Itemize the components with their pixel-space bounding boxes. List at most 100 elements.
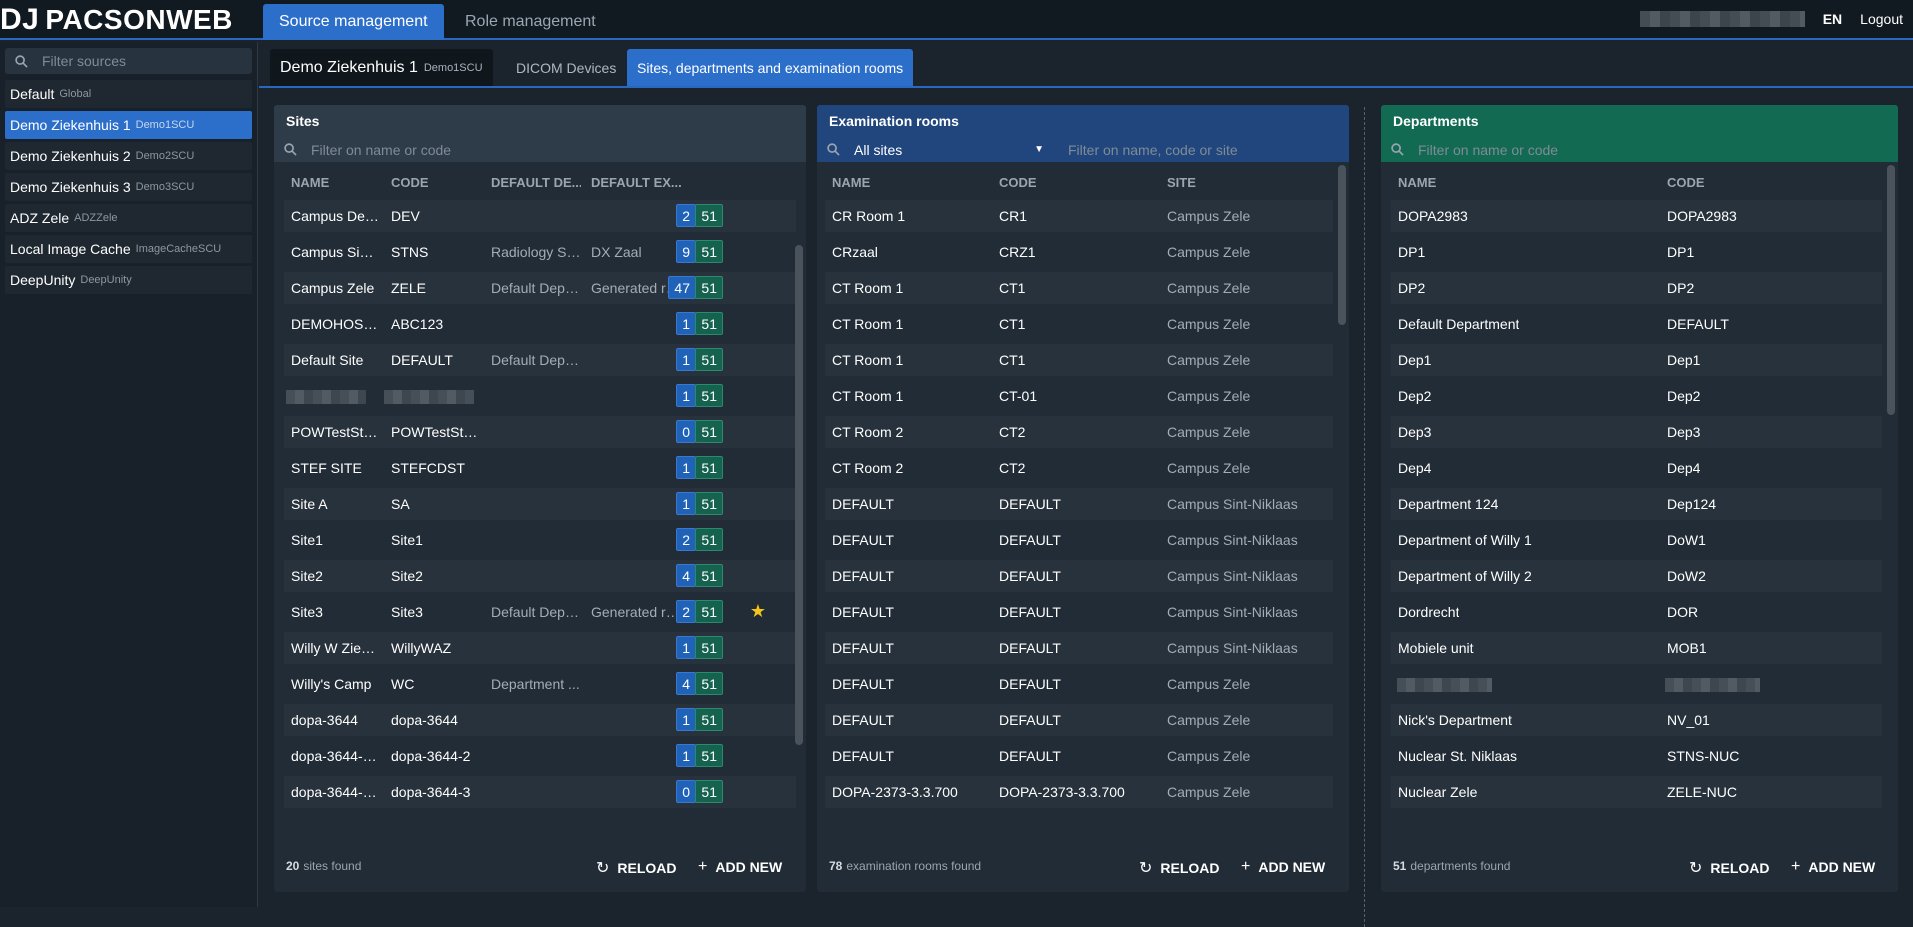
- department-row[interactable]: Dep3 Dep3: [1391, 416, 1882, 448]
- exam-room-row[interactable]: DEFAULT DEFAULT Campus Sint-Niklaas: [825, 560, 1333, 592]
- department-row[interactable]: Dordrecht DOR: [1391, 596, 1882, 628]
- source-item[interactable]: DeepUnity DeepUnity: [5, 266, 252, 294]
- department-row[interactable]: Dep1 Dep1: [1391, 344, 1882, 376]
- site-row[interactable]: dopa-3644-2-3 dopa-3644-2 1 51: [284, 740, 796, 772]
- filter-sources-input[interactable]: Filter sources: [5, 48, 252, 74]
- department-row[interactable]: Dep4 Dep4: [1391, 452, 1882, 484]
- tab-role-management[interactable]: Role management: [449, 4, 612, 40]
- exam-room-row[interactable]: CT Room 1 CT1 Campus Zele: [825, 308, 1333, 340]
- site-total-badge[interactable]: 51: [695, 312, 723, 335]
- site-total-badge[interactable]: 51: [695, 564, 723, 587]
- site-count-badge[interactable]: 2: [676, 204, 696, 227]
- site-row[interactable]: Default Site DEFAULT Default Depa... 1 51: [284, 344, 796, 376]
- site-total-badge[interactable]: 51: [695, 276, 723, 299]
- default-star-icon[interactable]: ★: [750, 601, 766, 622]
- source-item[interactable]: Local Image Cache ImageCacheSCU: [5, 235, 252, 263]
- site-row[interactable]: POWTestStu... POWTestStu... 0 51: [284, 416, 796, 448]
- site-row[interactable]: Site2 Site2 4 51: [284, 560, 796, 592]
- sites-add-new-button[interactable]: + ADD NEW: [698, 858, 782, 876]
- site-count-badge[interactable]: 1: [676, 636, 696, 659]
- dept-add-new-button[interactable]: + ADD NEW: [1791, 858, 1875, 876]
- exam-room-row[interactable]: CT Room 2 CT2 Campus Zele: [825, 452, 1333, 484]
- exam-room-row[interactable]: CT Room 2 CT2 Campus Zele: [825, 416, 1333, 448]
- department-row[interactable]: Department of Willy 1 DoW1: [1391, 524, 1882, 556]
- site-row[interactable]: STEF SITE STEFCDST 1 51: [284, 452, 796, 484]
- source-item[interactable]: Demo Ziekenhuis 1 Demo1SCU: [5, 111, 252, 139]
- site-total-badge[interactable]: 51: [695, 348, 723, 371]
- site-row[interactable]: Site1 Site1 2 51: [284, 524, 796, 556]
- exam-room-row[interactable]: DEFAULT DEFAULT Campus Zele: [825, 740, 1333, 772]
- site-count-badge[interactable]: 4: [676, 564, 696, 587]
- department-row[interactable]: DP2 DP2: [1391, 272, 1882, 304]
- exam-room-row[interactable]: CRzaal CRZ1 Campus Zele: [825, 236, 1333, 268]
- department-row[interactable]: Nick's Department NV_01: [1391, 704, 1882, 736]
- exam-scrollbar[interactable]: [1338, 165, 1346, 325]
- site-row[interactable]: Site3 Site3 Default Depa... Generated ro...…: [284, 596, 796, 628]
- tab-dicom-devices[interactable]: DICOM Devices: [506, 49, 626, 86]
- site-row[interactable]: 1 51: [284, 380, 796, 412]
- source-item[interactable]: ADZ Zele ADZZele: [5, 204, 252, 232]
- exam-room-row[interactable]: DEFAULT DEFAULT Campus Zele: [825, 668, 1333, 700]
- site-row[interactable]: Campus Dev... DEV 2 51: [284, 200, 796, 232]
- site-count-badge[interactable]: 0: [676, 420, 696, 443]
- site-total-badge[interactable]: 51: [695, 744, 723, 767]
- site-count-badge[interactable]: 1: [676, 384, 696, 407]
- site-row[interactable]: dopa-3644 dopa-3644 1 51: [284, 704, 796, 736]
- department-row[interactable]: Dep2 Dep2: [1391, 380, 1882, 412]
- exam-room-row[interactable]: DOPA-2373-3.3.700 DOPA-2373-3.3.700 Campus…: [825, 776, 1333, 808]
- site-total-badge[interactable]: 51: [695, 528, 723, 551]
- site-select[interactable]: All sites ▼: [854, 142, 1054, 158]
- col-site[interactable]: SITE: [1167, 175, 1196, 190]
- app-logo[interactable]: DJ PACSONWEB: [0, 2, 233, 38]
- site-total-badge[interactable]: 51: [695, 492, 723, 515]
- exam-room-row[interactable]: DEFAULT DEFAULT Campus Sint-Niklaas: [825, 488, 1333, 520]
- department-row[interactable]: Nuclear St. Niklaas STNS-NUC: [1391, 740, 1882, 772]
- site-total-badge[interactable]: 51: [695, 240, 723, 263]
- site-row[interactable]: Willy's Camp WC Department ... 4 51: [284, 668, 796, 700]
- source-item[interactable]: Default Global: [5, 80, 252, 108]
- col-code[interactable]: CODE: [1667, 175, 1705, 190]
- col-code[interactable]: CODE: [999, 175, 1037, 190]
- sites-scrollbar[interactable]: [795, 245, 803, 745]
- site-count-badge[interactable]: 4: [676, 672, 696, 695]
- site-total-badge[interactable]: 51: [695, 636, 723, 659]
- col-default-department[interactable]: DEFAULT DE...: [491, 175, 581, 190]
- exam-room-row[interactable]: CT Room 1 CT1 Campus Zele: [825, 344, 1333, 376]
- site-count-badge[interactable]: 2: [676, 528, 696, 551]
- sites-reload-button[interactable]: ↻ RELOAD: [596, 858, 677, 878]
- site-row[interactable]: Campus Sint-... STNS Radiology St... DX Zaa…: [284, 236, 796, 268]
- site-total-badge[interactable]: 51: [695, 420, 723, 443]
- dept-reload-button[interactable]: ↻ RELOAD: [1689, 858, 1770, 878]
- col-name[interactable]: NAME: [1398, 175, 1436, 190]
- col-default-exam-room[interactable]: DEFAULT EX...: [591, 175, 681, 190]
- site-count-badge[interactable]: 0: [676, 780, 696, 803]
- source-item[interactable]: Demo Ziekenhuis 2 Demo2SCU: [5, 142, 252, 170]
- exam-reload-button[interactable]: ↻ RELOAD: [1139, 858, 1220, 878]
- site-count-badge[interactable]: 9: [676, 240, 696, 263]
- department-row[interactable]: Default Department DEFAULT: [1391, 308, 1882, 340]
- dept-scrollbar[interactable]: [1887, 165, 1895, 415]
- site-count-badge[interactable]: 1: [676, 348, 696, 371]
- site-total-badge[interactable]: 51: [695, 456, 723, 479]
- tab-source-management[interactable]: Source management: [263, 4, 444, 40]
- language-selector[interactable]: EN: [1823, 11, 1842, 27]
- exam-room-row[interactable]: DEFAULT DEFAULT Campus Sint-Niklaas: [825, 596, 1333, 628]
- exam-room-row[interactable]: CT Room 1 CT1 Campus Zele: [825, 272, 1333, 304]
- tab-source-title[interactable]: Demo Ziekenhuis 1 Demo1SCU: [270, 49, 493, 86]
- department-row[interactable]: DOPA2983 DOPA2983: [1391, 200, 1882, 232]
- department-row[interactable]: Nuclear Zele ZELE-NUC: [1391, 776, 1882, 808]
- exam-add-new-button[interactable]: + ADD NEW: [1241, 858, 1325, 876]
- site-count-badge[interactable]: 2: [676, 600, 696, 623]
- dept-filter-input[interactable]: Filter on name or code: [1381, 137, 1898, 162]
- site-count-badge[interactable]: 1: [676, 312, 696, 335]
- exam-filter-input[interactable]: Filter on name, code or site: [1068, 142, 1238, 158]
- col-name[interactable]: NAME: [291, 175, 329, 190]
- exam-room-row[interactable]: CR Room 1 CR1 Campus Zele: [825, 200, 1333, 232]
- source-item[interactable]: Demo Ziekenhuis 3 Demo3SCU: [5, 173, 252, 201]
- site-total-badge[interactable]: 51: [695, 708, 723, 731]
- site-total-badge[interactable]: 51: [695, 600, 723, 623]
- site-count-badge[interactable]: 1: [676, 456, 696, 479]
- col-name[interactable]: NAME: [832, 175, 870, 190]
- exam-room-row[interactable]: DEFAULT DEFAULT Campus Sint-Niklaas: [825, 632, 1333, 664]
- tab-sites-departments-rooms[interactable]: Sites, departments and examination rooms: [627, 49, 914, 86]
